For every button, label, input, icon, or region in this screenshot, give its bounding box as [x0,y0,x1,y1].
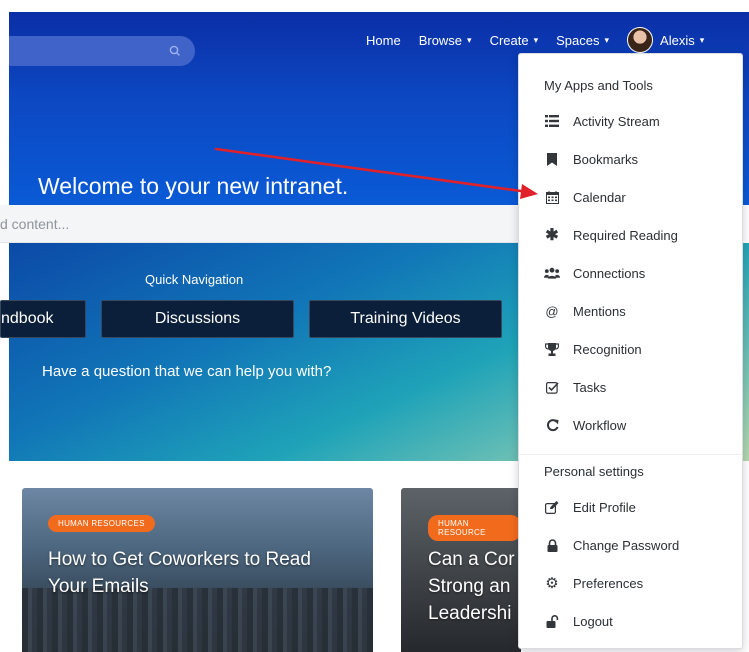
menu-item-mentions[interactable]: @ Mentions [519,296,742,326]
menu-item-required-reading[interactable]: ✱ Required Reading [519,220,742,250]
article-card[interactable]: HUMAN RESOURCES How to Get Coworkers to … [22,488,373,652]
category-badge[interactable]: HUMAN RESOURCE [428,515,521,541]
menu-item-label: Recognition [573,341,642,357]
article-card[interactable]: HUMAN RESOURCE Can a Cor Strong an Leade… [401,488,521,652]
menu-item-tasks[interactable]: Tasks [519,372,742,402]
chevron-down-icon: ▾ [467,34,472,45]
quick-navigation-title: Quick Navigation [145,272,244,287]
article-title-line: How to Get Coworkers to Read [48,549,311,570]
trophy-icon [544,341,560,357]
menu-item-label: Calendar [573,189,626,205]
checkbox-icon [544,379,560,395]
user-menu[interactable]: Alexis ▾ [627,27,704,53]
content-search-placeholder: d content... [0,216,70,232]
menu-item-label: Required Reading [573,227,678,243]
handbook-button-label: ndbook [1,310,54,327]
user-name: Alexis [660,32,695,48]
bookmark-icon [544,151,560,167]
menu-item-preferences[interactable]: ⚙ Preferences [519,568,742,598]
menu-item-change-password[interactable]: Change Password [519,530,742,560]
training-videos-button[interactable]: Training Videos [309,300,502,338]
top-navigation: Home Browse ▾ Create ▾ Spaces ▾ Alexis ▾ [366,25,722,55]
users-icon [544,265,560,281]
gear-icon: ⚙ [545,575,559,592]
menu-item-edit-profile[interactable]: Edit Profile [519,492,742,522]
chevron-down-icon: ▾ [699,34,705,45]
menu-item-bookmarks[interactable]: Bookmarks [519,144,742,174]
article-title[interactable]: How to Get Coworkers to Read Your Emails [48,546,311,600]
refresh-icon [544,417,560,433]
global-search-input[interactable] [9,36,195,66]
asterisk-icon: ✱ [545,227,559,244]
nav-browse[interactable]: Browse ▾ [419,33,472,48]
menu-item-label: Workflow [573,417,627,433]
article-title-line: Strong an [428,576,511,597]
menu-item-label: Mentions [573,303,626,319]
nav-spaces[interactable]: Spaces ▾ [556,33,609,48]
discussions-button[interactable]: Discussions [101,300,294,338]
article-title-line: Leadershi [428,603,512,624]
nav-browse-label: Browse [418,32,463,48]
menu-item-label: Connections [573,265,646,281]
nav-home[interactable]: Home [366,33,401,48]
training-videos-button-label: Training Videos [350,310,461,327]
chevron-down-icon: ▾ [533,34,539,45]
menu-item-label: Activity Stream [573,113,660,129]
avatar[interactable] [627,27,654,53]
chevron-down-icon: ▾ [604,34,610,45]
category-badge[interactable]: HUMAN RESOURCES [48,515,155,532]
menu-section-apps: My Apps and Tools [544,78,653,93]
menu-section-personal-settings: Personal settings [544,464,644,479]
menu-divider [519,454,742,455]
calendar-icon [544,189,560,205]
edit-icon [544,499,560,515]
nav-create[interactable]: Create ▾ [490,33,539,48]
at-icon: @ [545,303,559,319]
menu-item-connections[interactable]: Connections [519,258,742,288]
menu-item-label: Bookmarks [573,151,639,167]
hero-title: Welcome to your new intranet. [38,173,349,199]
menu-item-activity-stream[interactable]: Activity Stream [519,106,742,136]
nav-spaces-label: Spaces [556,32,600,48]
menu-item-label: Edit Profile [573,499,636,515]
menu-item-recognition[interactable]: Recognition [519,334,742,364]
menu-item-label: Logout [573,613,613,629]
help-question-text: Have a question that we can help you wit… [42,363,332,380]
search-icon[interactable] [167,43,183,59]
menu-item-workflow[interactable]: Workflow [519,410,742,440]
article-title-line: Your Emails [48,576,149,597]
article-title-line: Can a Cor [428,549,515,570]
lock-icon [544,537,560,553]
unlock-icon [544,613,560,629]
user-dropdown-menu: My Apps and Tools Activity Stream Bookma… [518,53,743,649]
discussions-button-label: Discussions [154,310,241,327]
list-icon [544,113,560,129]
menu-item-calendar[interactable]: Calendar [519,182,742,212]
nav-home-label: Home [366,32,401,48]
menu-item-label: Tasks [573,379,607,395]
nav-create-label: Create [489,32,529,48]
menu-item-label: Change Password [573,537,680,553]
handbook-button[interactable]: ndbook [0,300,86,338]
article-title[interactable]: Can a Cor Strong an Leadershi [428,546,521,627]
menu-item-logout[interactable]: Logout [519,606,742,636]
menu-item-label: Preferences [573,575,644,591]
content-search-field[interactable]: d content... [0,205,520,243]
